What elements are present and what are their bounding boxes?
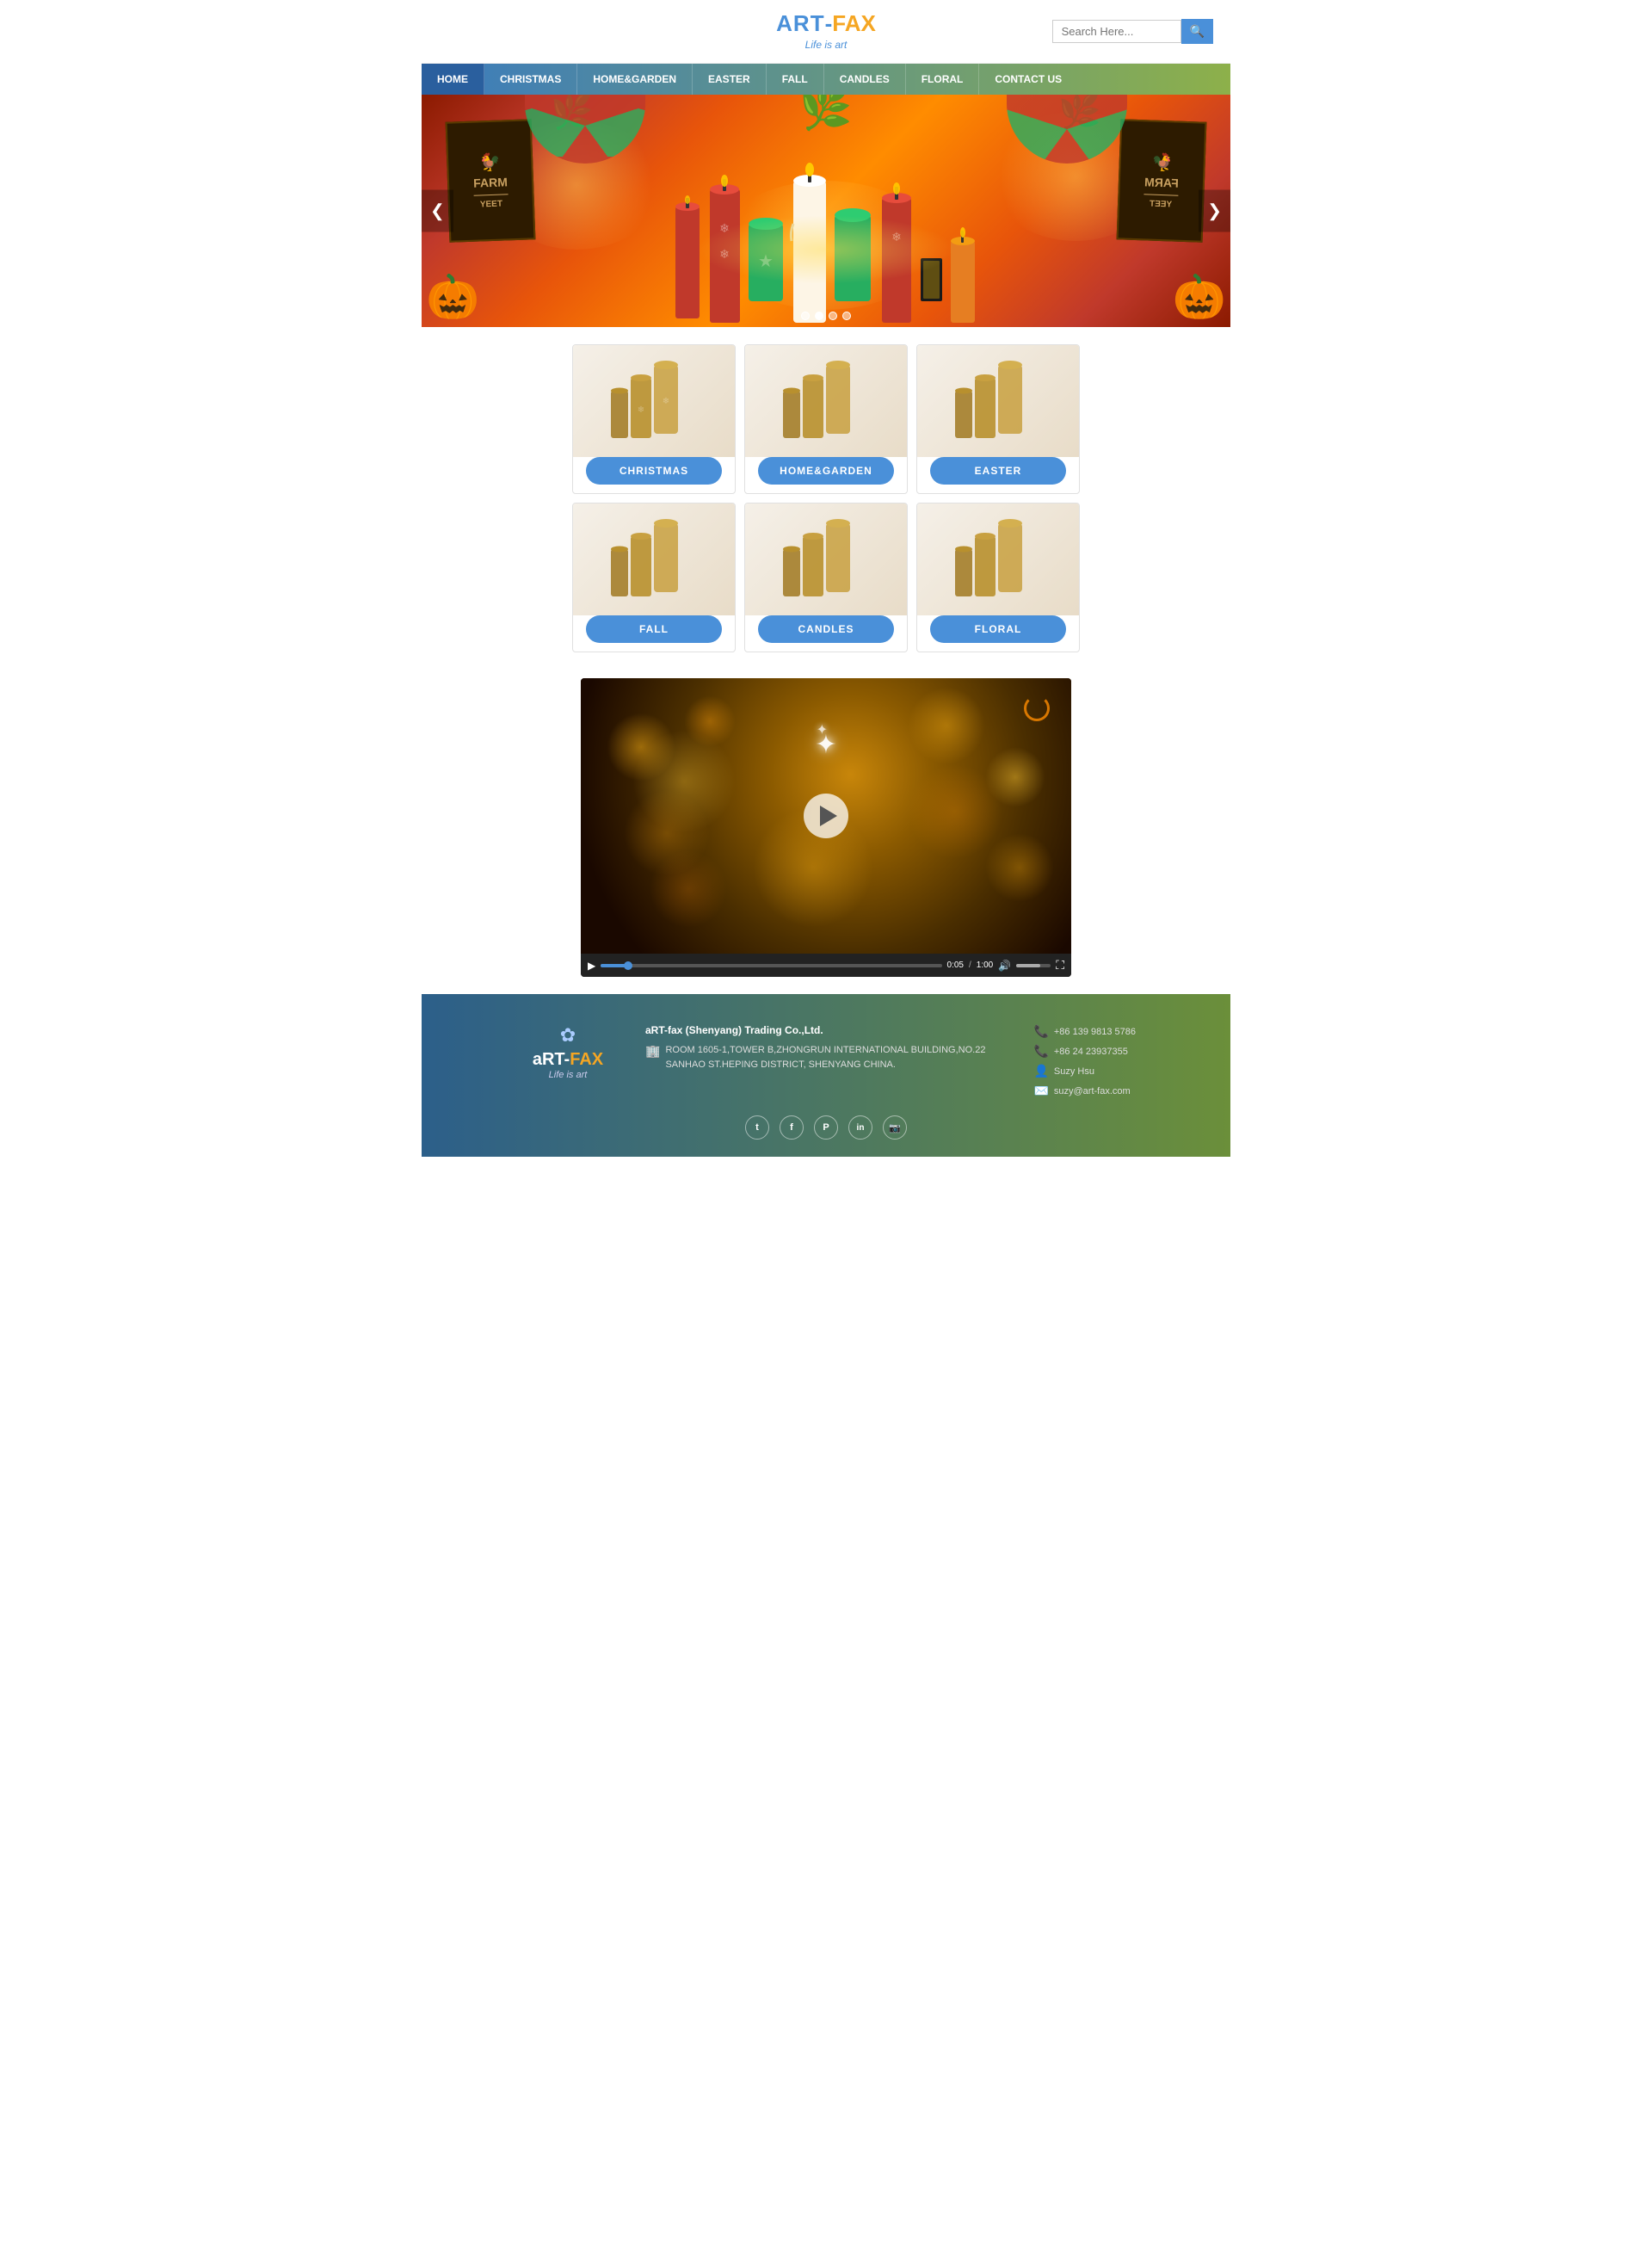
- header: ART-FAX Life is art 🔍: [422, 0, 1230, 64]
- footer-logo: ✿ aRT-FAX Life is art: [516, 1024, 620, 1080]
- video-display: ✦ ✦: [581, 678, 1071, 954]
- footer-logo-art: aRT: [533, 1050, 564, 1069]
- play-triangle-icon: [820, 806, 837, 826]
- logo[interactable]: ART-FAX Life is art: [776, 10, 876, 53]
- slider-prev-button[interactable]: ❮: [422, 190, 453, 232]
- footer-company-name: aRT-fax (Shenyang) Trading Co.,Ltd.: [645, 1024, 1008, 1036]
- category-section: ❄ ❄ CHRISTMAS HOME&GARDEN: [422, 327, 1230, 670]
- category-label-fall[interactable]: FALL: [586, 615, 722, 643]
- category-image-fall: [573, 503, 735, 615]
- volume-icon[interactable]: 🔊: [998, 960, 1011, 972]
- farm-sign-left: 🐓 FARM YEET: [446, 119, 536, 242]
- footer-logo-tagline: Life is art: [516, 1070, 620, 1080]
- email-icon: ✉️: [1033, 1084, 1048, 1098]
- footer-social: t f P in 📷: [439, 1098, 1213, 1144]
- footer-info: aRT-fax (Shenyang) Trading Co.,Ltd. 🏢 RO…: [645, 1024, 1008, 1077]
- category-image-christmas: ❄ ❄: [573, 345, 735, 457]
- category-image-easter: [917, 345, 1079, 457]
- footer: ✿ aRT-FAX Life is art aRT-fax (Shenyang)…: [422, 994, 1230, 1157]
- video-play-icon[interactable]: ▶: [588, 960, 595, 972]
- logo-fax: FAX: [832, 10, 876, 36]
- footer-address: ROOM 1605-1,TOWER B,ZHONGRUN INTERNATION…: [665, 1043, 1008, 1072]
- social-pinterest[interactable]: P: [814, 1115, 838, 1140]
- dot-2[interactable]: [815, 312, 823, 320]
- nav-item-christmas[interactable]: CHRISTMAS: [484, 64, 577, 95]
- category-card-easter[interactable]: EASTER: [916, 344, 1080, 494]
- category-row-1: ❄ ❄ CHRISTMAS HOME&GARDEN: [435, 344, 1217, 494]
- category-row-2: FALL CANDLES: [435, 503, 1217, 652]
- video-play-button[interactable]: [804, 794, 848, 838]
- footer-logo-symbol: ✿: [516, 1024, 620, 1047]
- loader-icon: [1024, 695, 1050, 721]
- footer-email: suzy@art-fax.com: [1054, 1086, 1131, 1096]
- slider-next-button[interactable]: ❯: [1199, 190, 1230, 232]
- farm-sign-right: 🐓 FARM YEET: [1117, 119, 1207, 242]
- nav-item-contact[interactable]: CONTACT US: [979, 64, 1077, 95]
- search-input[interactable]: [1052, 20, 1181, 43]
- footer-contact: 📞 +86 139 9813 5786 📞 +86 24 23937355 👤 …: [1033, 1024, 1136, 1098]
- phone2-icon: 📞: [1033, 1044, 1048, 1059]
- search-button[interactable]: 🔍: [1181, 19, 1213, 44]
- slider-image: 🐓 FARM YEET 🐓 FARM YEET: [422, 95, 1230, 327]
- nav-item-easter[interactable]: EASTER: [693, 64, 767, 95]
- address-icon: 🏢: [645, 1044, 660, 1059]
- category-card-floral[interactable]: FLORAL: [916, 503, 1080, 652]
- category-label-homegarden[interactable]: HOME&GARDEN: [758, 457, 894, 485]
- category-card-fall[interactable]: FALL: [572, 503, 736, 652]
- video-duration: 1:00: [977, 961, 993, 970]
- slider-dots: [801, 312, 851, 320]
- volume-bar[interactable]: [1016, 964, 1051, 967]
- category-card-homegarden[interactable]: HOME&GARDEN: [744, 344, 908, 494]
- logo-dash: -: [825, 10, 833, 36]
- video-time: 0:05: [947, 961, 964, 970]
- phone-icon: 📞: [1033, 1024, 1048, 1039]
- category-label-candles[interactable]: CANDLES: [758, 615, 894, 643]
- logo-art: ART: [776, 10, 824, 36]
- pumpkin-right: 🎃: [1173, 275, 1226, 318]
- svg-text:❄: ❄: [663, 397, 669, 406]
- category-label-christmas[interactable]: CHRISTMAS: [586, 457, 722, 485]
- video-section: ✦ ✦ ▶ 0:05 / 1:00 🔊 ⛶: [581, 678, 1071, 977]
- svg-text:❄: ❄: [638, 405, 644, 415]
- social-instagram[interactable]: 📷: [883, 1115, 907, 1140]
- dot-3[interactable]: [829, 312, 837, 320]
- nav-item-home[interactable]: HOME: [422, 64, 484, 95]
- social-linkedin[interactable]: in: [848, 1115, 872, 1140]
- footer-phone2: +86 24 23937355: [1054, 1047, 1128, 1057]
- branches-center: 🌿: [799, 95, 853, 129]
- category-label-easter[interactable]: EASTER: [930, 457, 1066, 485]
- category-card-candles[interactable]: CANDLES: [744, 503, 908, 652]
- video-time-separator: /: [969, 961, 971, 970]
- footer-contact-name: Suzy Hsu: [1054, 1066, 1094, 1077]
- social-twitter[interactable]: t: [745, 1115, 769, 1140]
- nav-item-homegarden[interactable]: HOME&GARDEN: [577, 64, 693, 95]
- video-progress-bar[interactable]: [601, 964, 941, 967]
- search-bar: 🔍: [1052, 19, 1213, 44]
- pumpkin-left: 🎃: [426, 275, 479, 318]
- video-progress-dot: [624, 961, 632, 970]
- social-facebook[interactable]: f: [780, 1115, 804, 1140]
- dot-4[interactable]: [842, 312, 851, 320]
- footer-phone1: +86 139 9813 5786: [1054, 1027, 1136, 1037]
- logo-tagline: Life is art: [805, 39, 848, 51]
- hero-slider: 🐓 FARM YEET 🐓 FARM YEET: [422, 95, 1230, 327]
- video-controls: ▶ 0:05 / 1:00 🔊 ⛶: [581, 954, 1071, 977]
- category-label-floral[interactable]: FLORAL: [930, 615, 1066, 643]
- contact-icon: 👤: [1033, 1064, 1048, 1078]
- dot-1[interactable]: [801, 312, 810, 320]
- main-nav: HOME CHRISTMAS HOME&GARDEN EASTER FALL C…: [422, 64, 1230, 95]
- footer-inner: ✿ aRT-FAX Life is art aRT-fax (Shenyang)…: [516, 1024, 1136, 1098]
- nav-item-candles[interactable]: CANDLES: [824, 64, 906, 95]
- category-image-homegarden: [745, 345, 907, 457]
- category-card-christmas[interactable]: ❄ ❄ CHRISTMAS: [572, 344, 736, 494]
- fullscreen-icon[interactable]: ⛶: [1056, 958, 1064, 973]
- nav-item-fall[interactable]: FALL: [767, 64, 824, 95]
- category-image-floral: [917, 503, 1079, 615]
- category-image-candles: [745, 503, 907, 615]
- nav-item-floral[interactable]: FLORAL: [906, 64, 980, 95]
- footer-logo-fax: FAX: [570, 1050, 603, 1069]
